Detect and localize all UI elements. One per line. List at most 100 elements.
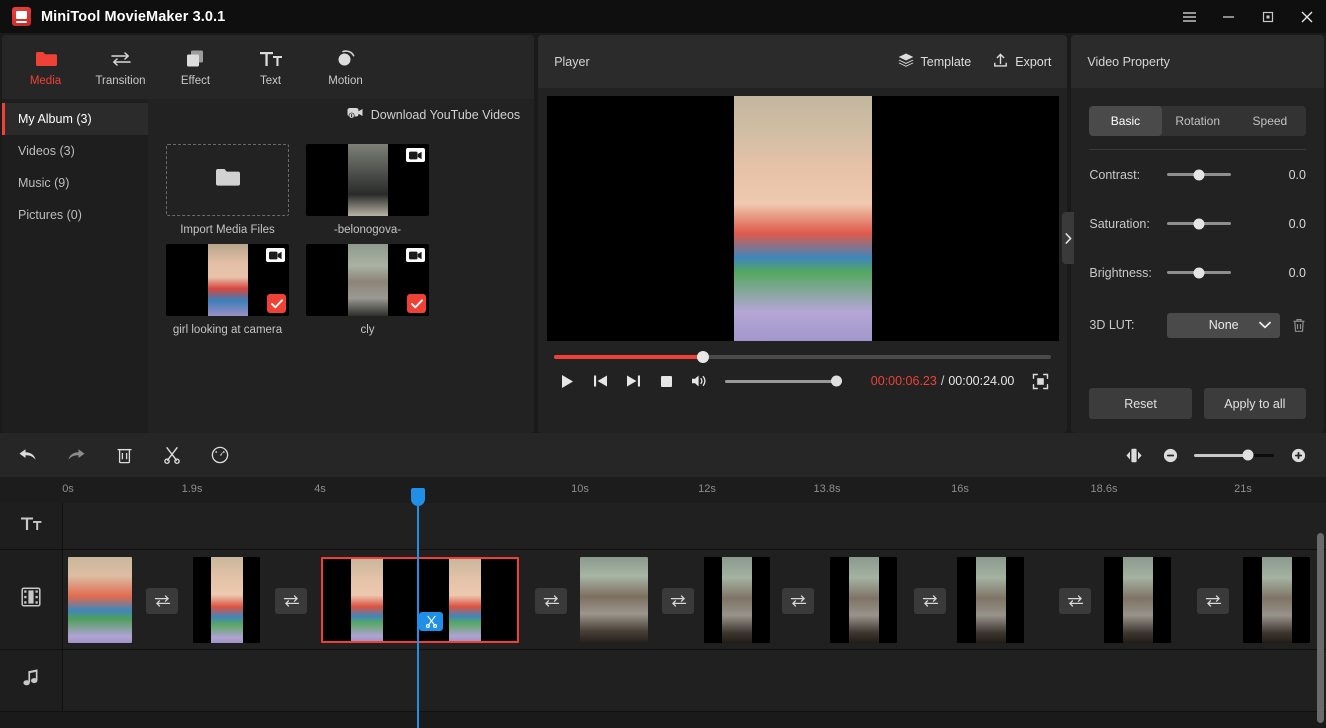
timeline-clip[interactable] [68, 557, 132, 643]
category-item-pictures[interactable]: Pictures (0) [2, 199, 148, 231]
selected-check-icon[interactable] [407, 294, 426, 313]
maximize-icon[interactable] [1248, 0, 1287, 33]
category-item-my-album[interactable]: My Album (3) [2, 103, 148, 135]
transition-button[interactable] [1197, 588, 1229, 614]
selected-check-icon[interactable] [267, 294, 286, 313]
transition-button[interactable] [535, 588, 567, 614]
media-thumbnail-girl-looking-at-camera[interactable] [166, 244, 289, 316]
next-frame-button[interactable] [618, 366, 648, 396]
media-thumbnail-cly[interactable] [306, 244, 429, 316]
transition-button[interactable] [662, 588, 694, 614]
delete-lut-button[interactable] [1292, 318, 1306, 333]
seek-slider[interactable] [554, 355, 1051, 359]
audio-track-header[interactable] [0, 650, 63, 711]
timeline-tools [16, 443, 232, 467]
timeline-clip[interactable] [830, 557, 897, 643]
delete-button[interactable] [112, 443, 136, 467]
transition-button[interactable] [146, 588, 178, 614]
timeline-clip[interactable] [193, 557, 260, 643]
stop-button[interactable] [651, 366, 681, 396]
timeline-clip[interactable] [1243, 557, 1310, 643]
seek-knob[interactable] [697, 351, 709, 363]
timeline-clip[interactable] [704, 557, 770, 643]
close-icon[interactable] [1287, 0, 1326, 33]
ribbon-item-media[interactable]: Media [8, 38, 83, 96]
brightness-knob[interactable] [1194, 267, 1205, 278]
play-button[interactable] [552, 366, 582, 396]
text-tt-icon [259, 48, 283, 70]
split-scissors-button[interactable] [160, 443, 184, 467]
transition-button[interactable] [275, 588, 307, 614]
ribbon-item-effect[interactable]: Effect [158, 38, 233, 96]
volume-button[interactable] [684, 366, 714, 396]
video-type-badge-icon [266, 248, 285, 262]
template-label: Template [921, 55, 972, 69]
clip-thumbnail [351, 559, 383, 641]
download-youtube-videos-button[interactable]: Download YouTube Videos [347, 107, 520, 122]
undo-button[interactable] [16, 443, 40, 467]
fullscreen-button[interactable] [1027, 368, 1053, 394]
tab-basic[interactable]: Basic [1089, 106, 1161, 136]
audio-track-body[interactable] [63, 650, 1326, 711]
video-track-header[interactable] [0, 550, 63, 649]
saturation-knob[interactable] [1194, 218, 1205, 229]
text-track-body[interactable] [63, 503, 1326, 549]
hamburger-menu-icon[interactable] [1170, 0, 1209, 33]
tab-speed[interactable]: Speed [1234, 106, 1306, 136]
app-title: MiniTool MovieMaker 3.0.1 [41, 9, 225, 25]
zoom-knob[interactable] [1243, 450, 1254, 461]
timeline-scrollbar-thumb[interactable] [1317, 533, 1324, 723]
music-note-icon [22, 669, 40, 692]
timeline-clip[interactable] [957, 557, 1024, 643]
transition-button[interactable] [1059, 588, 1091, 614]
audio-track [0, 650, 1326, 712]
zoom-in-button[interactable] [1286, 443, 1310, 467]
panel-collapse-handle[interactable] [1062, 212, 1074, 264]
zoom-out-button[interactable] [1158, 443, 1182, 467]
text-track [0, 503, 1326, 550]
ribbon-item-transition[interactable]: Transition [83, 38, 158, 96]
time-separator: / [941, 374, 944, 388]
tab-rotation[interactable]: Rotation [1162, 106, 1234, 136]
transition-button[interactable] [782, 588, 814, 614]
minimize-icon[interactable] [1209, 0, 1248, 33]
player-title: Player [554, 55, 589, 69]
timeline-ruler[interactable]: 0s 1.9s 4s 10s 12s 13.8s 16s 18.6s 21s [0, 477, 1326, 503]
speed-button[interactable] [208, 443, 232, 467]
split-clip-button[interactable] [419, 612, 443, 631]
import-media-label: Import Media Files [180, 224, 275, 236]
lut-select[interactable]: None [1167, 313, 1280, 338]
timeline-scrollbar[interactable] [1317, 529, 1324, 724]
apply-to-all-button[interactable]: Apply to all [1204, 388, 1306, 419]
reset-button[interactable]: Reset [1089, 388, 1191, 419]
volume-knob[interactable] [831, 376, 842, 387]
redo-button[interactable] [64, 443, 88, 467]
timeline-clip[interactable] [1104, 557, 1171, 643]
volume-slider[interactable] [725, 380, 837, 383]
export-button[interactable]: Export [993, 53, 1051, 71]
video-preview[interactable] [547, 96, 1059, 341]
category-item-music[interactable]: Music (9) [2, 167, 148, 199]
saturation-slider[interactable] [1167, 222, 1231, 225]
ribbon-item-text[interactable]: Text [233, 38, 308, 96]
playhead-marker[interactable] [411, 488, 425, 506]
brightness-slider[interactable] [1167, 271, 1231, 274]
ribbon-label: Motion [328, 75, 363, 87]
category-item-videos[interactable]: Videos (3) [2, 135, 148, 167]
timeline-clip[interactable] [580, 557, 648, 643]
brightness-value: 0.0 [1289, 266, 1306, 280]
transition-button[interactable] [914, 588, 946, 614]
ribbon-item-motion[interactable]: Motion [308, 38, 383, 96]
contrast-slider[interactable] [1167, 173, 1231, 176]
timeline-zoom-slider[interactable] [1194, 454, 1274, 457]
video-track-body[interactable] [63, 550, 1326, 649]
import-media-files-button[interactable] [166, 144, 289, 216]
text-track-header[interactable] [0, 503, 63, 549]
media-category-list: My Album (3) Videos (3) Music (9) Pictur… [2, 99, 148, 433]
media-thumbnail-belonogova[interactable] [306, 144, 429, 216]
top-region: Media Transition Effect [0, 33, 1326, 433]
contrast-knob[interactable] [1194, 169, 1205, 180]
fit-to-screen-button[interactable] [1122, 443, 1146, 467]
previous-frame-button[interactable] [585, 366, 615, 396]
template-button[interactable]: Template [898, 53, 972, 71]
